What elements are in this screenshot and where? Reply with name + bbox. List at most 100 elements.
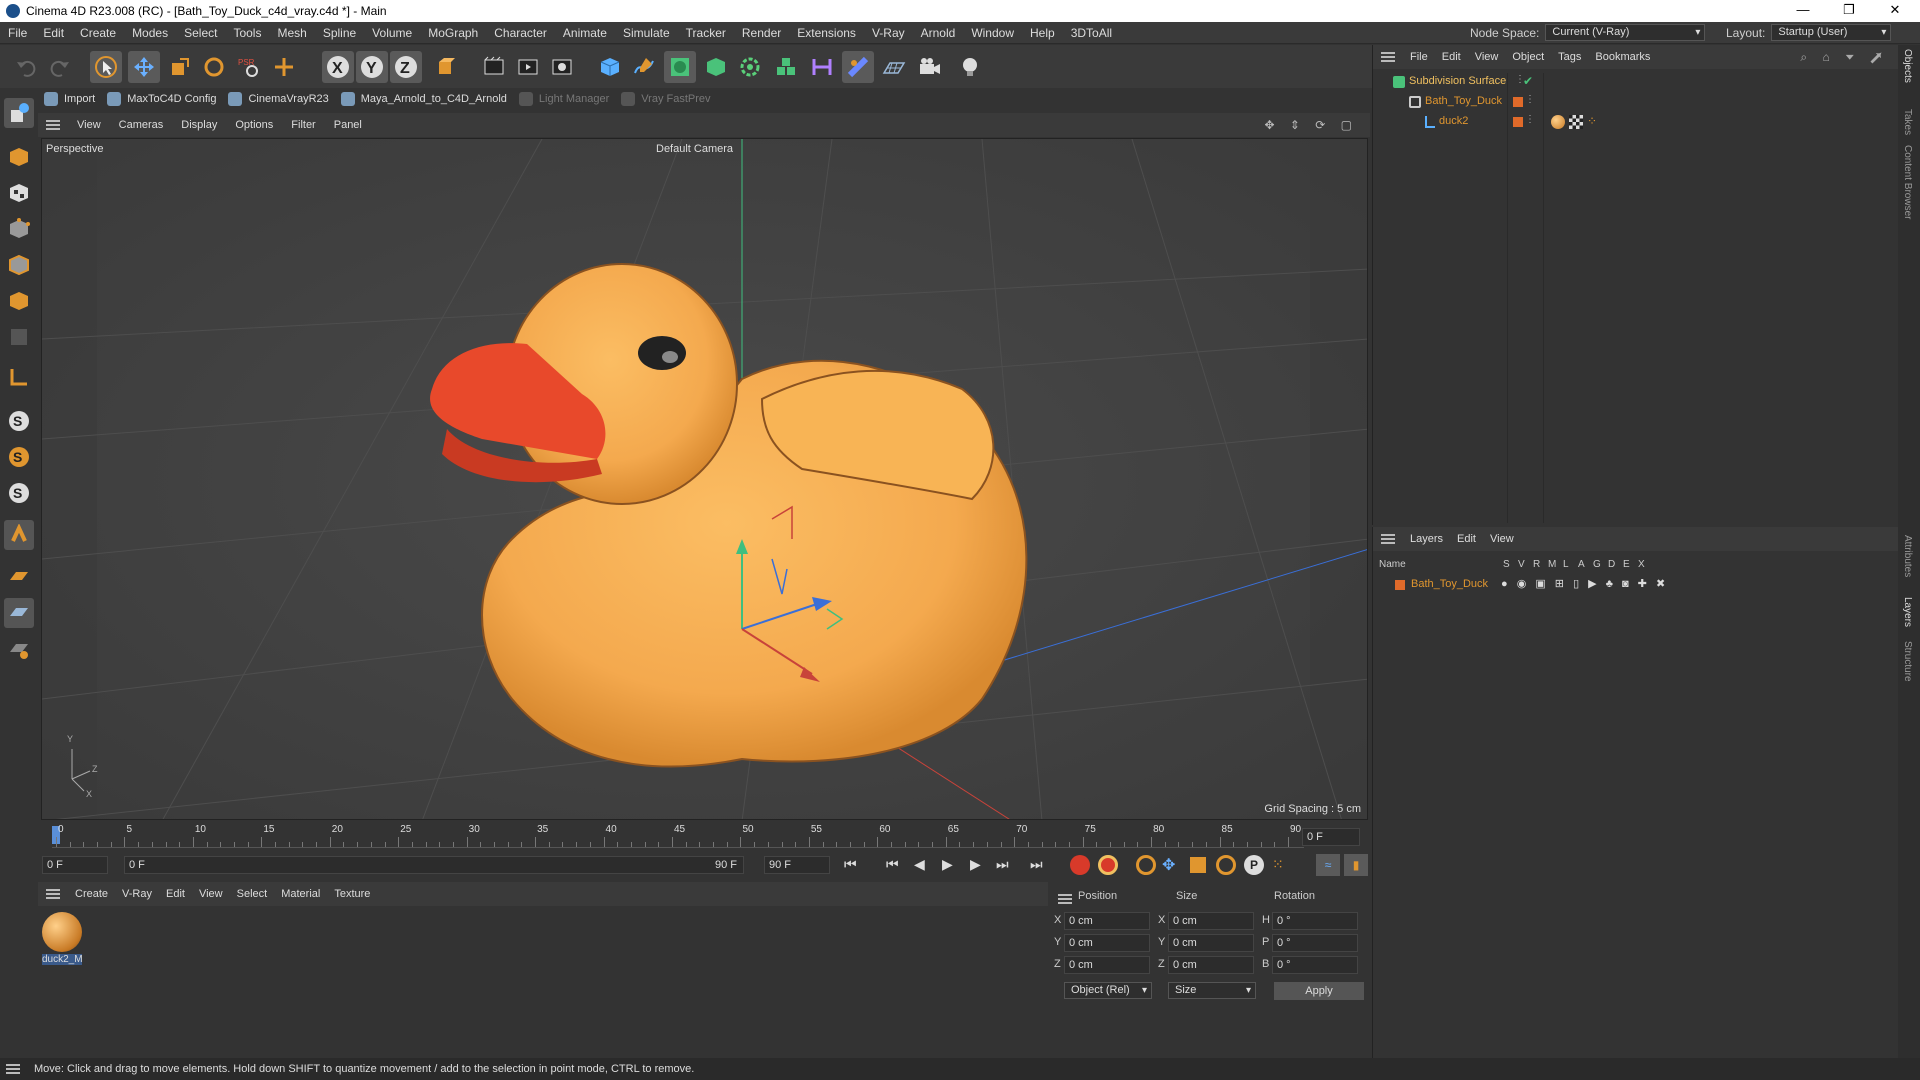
maxtoc4d-button[interactable]: MaxToC4D Config <box>107 92 216 106</box>
layer-col-s[interactable]: S <box>1503 559 1510 570</box>
menu-3dtoall[interactable]: 3DToAll <box>1063 26 1120 40</box>
keyframe-selection-icon[interactable] <box>1136 855 1156 875</box>
menu-select[interactable]: Select <box>176 26 225 40</box>
menu-file[interactable]: File <box>0 26 35 40</box>
material-menu-edit[interactable]: Edit <box>159 888 192 900</box>
menu-render[interactable]: Render <box>734 26 789 40</box>
prev-frame-icon[interactable]: ◀ <box>914 856 925 873</box>
material-menu-vray[interactable]: V-Ray <box>115 888 159 900</box>
layer-hamburger-icon[interactable] <box>1381 534 1395 544</box>
layer-menu-layers[interactable]: Layers <box>1403 533 1450 545</box>
pos-x-field[interactable]: 0 cm <box>1064 912 1150 930</box>
enable-check-icon[interactable]: ✔ <box>1523 74 1533 88</box>
texture-tag-icon[interactable] <box>1569 115 1583 129</box>
preview-range-slider[interactable]: 0 F 90 F <box>124 856 744 874</box>
tab-attributes[interactable]: Attributes <box>1902 535 1913 577</box>
snap-s2-icon[interactable]: S <box>4 442 34 472</box>
menu-spline[interactable]: Spline <box>315 26 364 40</box>
menu-tools[interactable]: Tools <box>225 26 269 40</box>
polygons-mode-icon[interactable] <box>4 286 34 316</box>
live-selection-icon[interactable] <box>90 51 122 83</box>
object-menu-tags[interactable]: Tags <box>1551 51 1588 63</box>
rot-p-field[interactable]: 0 ° <box>1272 934 1358 952</box>
menu-mograph[interactable]: MoGraph <box>420 26 486 40</box>
spline-pen-icon[interactable] <box>628 51 660 83</box>
goto-start-icon[interactable]: ⏮ <box>844 856 857 873</box>
menu-window[interactable]: Window <box>963 26 1022 40</box>
scale-tool-icon[interactable] <box>164 51 196 83</box>
menu-extensions[interactable]: Extensions <box>789 26 864 40</box>
tab-content-browser[interactable]: Content Browser <box>1902 145 1913 219</box>
object-menu-object[interactable]: Object <box>1505 51 1551 63</box>
points-mode-icon[interactable] <box>4 214 34 244</box>
menu-simulate[interactable]: Simulate <box>615 26 678 40</box>
menu-edit[interactable]: Edit <box>35 26 72 40</box>
redo-icon[interactable] <box>44 51 76 83</box>
texture-mode-icon[interactable] <box>4 178 34 208</box>
prev-key-icon[interactable]: ⏮ <box>886 856 899 873</box>
rot-b-field[interactable]: 0 ° <box>1272 956 1358 974</box>
layer-color-swatch[interactable] <box>1395 580 1405 590</box>
size-x-field[interactable]: 0 cm <box>1168 912 1254 930</box>
layer-col-d[interactable]: D <box>1608 559 1615 570</box>
key-rotation-icon[interactable] <box>1216 855 1236 875</box>
object-row[interactable]: Subdivision Surface ⋮ ✔ <box>1373 73 1899 91</box>
layer-col-m[interactable]: M <box>1548 559 1556 570</box>
play-icon[interactable]: ▶ <box>942 856 953 873</box>
minimize-icon[interactable]: — <box>1780 0 1826 22</box>
tab-layers[interactable]: Layers <box>1902 597 1913 627</box>
current-frame-field[interactable]: 0 F <box>1302 828 1360 846</box>
viewport-menu-panel[interactable]: Panel <box>325 119 371 131</box>
layer-col-l[interactable]: L <box>1563 559 1569 570</box>
timeline-window-icon[interactable]: ▮ <box>1344 854 1368 876</box>
make-editable-icon[interactable] <box>4 98 34 128</box>
key-position-icon[interactable]: ✥ <box>1162 855 1175 875</box>
object-row[interactable]: duck2 ⋮ ⁘ <box>1373 113 1899 131</box>
next-key-icon[interactable]: ⏭ <box>996 856 1009 873</box>
snap-magnet-icon[interactable] <box>4 520 34 550</box>
floor-icon[interactable] <box>878 51 910 83</box>
tab-structure[interactable]: Structure <box>1902 641 1913 682</box>
cinemavray-button[interactable]: CinemaVrayR23 <box>228 92 329 106</box>
viewport-menu-cameras[interactable]: Cameras <box>110 119 173 131</box>
autokey-icon[interactable] <box>1098 855 1118 875</box>
layer-menu-edit[interactable]: Edit <box>1450 533 1483 545</box>
undo-icon[interactable] <box>10 51 42 83</box>
menu-character[interactable]: Character <box>486 26 555 40</box>
pos-z-field[interactable]: 0 cm <box>1064 956 1150 974</box>
model-mode-icon[interactable] <box>4 142 34 172</box>
viewport-menu-filter[interactable]: Filter <box>282 119 324 131</box>
vray-fastprev-button[interactable]: Vray FastPrev <box>621 92 711 106</box>
mograph-icon[interactable] <box>770 51 802 83</box>
light-manager-button[interactable]: Light Manager <box>518 92 609 106</box>
size-mode-dropdown[interactable]: Size <box>1168 982 1256 999</box>
end-frame-field[interactable]: 90 F <box>764 856 830 874</box>
menu-arnold[interactable]: Arnold <box>913 26 964 40</box>
y-axis-lock-icon[interactable]: Y <box>356 51 388 83</box>
material-menu-view[interactable]: View <box>192 888 230 900</box>
key-scale-icon[interactable] <box>1190 857 1206 873</box>
3d-viewport[interactable]: Perspective Default Camera Y Z X Grid Sp… <box>41 138 1368 820</box>
layer-color-tag[interactable] <box>1513 117 1523 127</box>
field-icon[interactable] <box>842 51 874 83</box>
layer-col-g[interactable]: G <box>1593 559 1601 570</box>
camera-icon[interactable] <box>914 51 946 83</box>
uvw-tag-icon[interactable]: ⁘ <box>1587 114 1597 128</box>
material-menu-material[interactable]: Material <box>274 888 327 900</box>
object-hamburger-icon[interactable] <box>1381 52 1395 62</box>
axis-mode-icon[interactable] <box>4 362 34 392</box>
tab-objects[interactable]: Objects <box>1902 49 1913 83</box>
tab-takes[interactable]: Takes <box>1902 109 1913 135</box>
menu-animate[interactable]: Animate <box>555 26 615 40</box>
material-menu-select[interactable]: Select <box>230 888 275 900</box>
material-tag-icon[interactable] <box>1551 115 1565 129</box>
rotate-tool-icon[interactable] <box>198 51 230 83</box>
menu-tracker[interactable]: Tracker <box>678 26 734 40</box>
render-view-icon[interactable] <box>478 51 510 83</box>
timeline-ruler[interactable]: 0 5 10 15 20 25 30 35 40 45 50 55 60 65 70 75 80 85 90 <box>52 822 1304 848</box>
viewport-menu-view[interactable]: View <box>68 119 110 131</box>
pos-y-field[interactable]: 0 cm <box>1064 934 1150 952</box>
rot-h-field[interactable]: 0 ° <box>1272 912 1358 930</box>
move-tool-icon[interactable] <box>128 51 160 83</box>
render-settings-icon[interactable] <box>546 51 578 83</box>
